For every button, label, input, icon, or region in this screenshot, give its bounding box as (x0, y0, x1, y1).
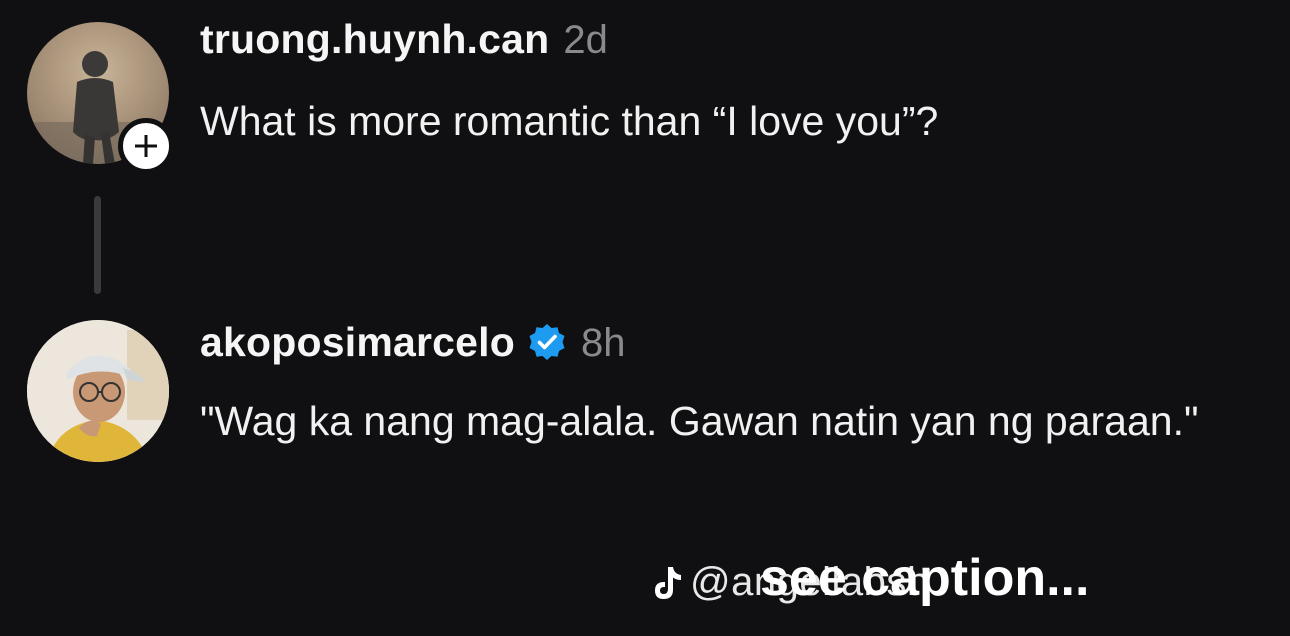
post-header: truong.huynh.can 2d (200, 16, 608, 63)
person-photo-icon (27, 320, 169, 462)
plus-icon (135, 135, 157, 157)
username[interactable]: akoposimarcelo (200, 319, 515, 366)
thread-connector-line (94, 196, 101, 294)
avatar[interactable] (27, 320, 169, 462)
verified-badge-icon (529, 324, 565, 360)
caption-overlay-text: see caption... (760, 549, 1090, 607)
threads-screenshot: truong.huynh.can 2d What is more romanti… (0, 0, 1290, 636)
thread-post: truong.huynh.can 2d What is more romanti… (0, 0, 1290, 300)
thread-reply: akoposimarcelo 8h "Wag ka nang mag-alala… (0, 300, 1290, 540)
post-header: akoposimarcelo 8h (200, 316, 626, 366)
post-text: What is more romantic than “I love you”? (200, 98, 939, 144)
username[interactable]: truong.huynh.can (200, 16, 549, 63)
tiktok-logo-icon (655, 566, 681, 599)
timestamp: 2d (563, 18, 608, 62)
timestamp: 8h (581, 321, 626, 365)
post-text: "Wag ka nang mag-alala. Gawan natin yan … (200, 398, 1199, 444)
follow-button[interactable] (118, 118, 174, 174)
